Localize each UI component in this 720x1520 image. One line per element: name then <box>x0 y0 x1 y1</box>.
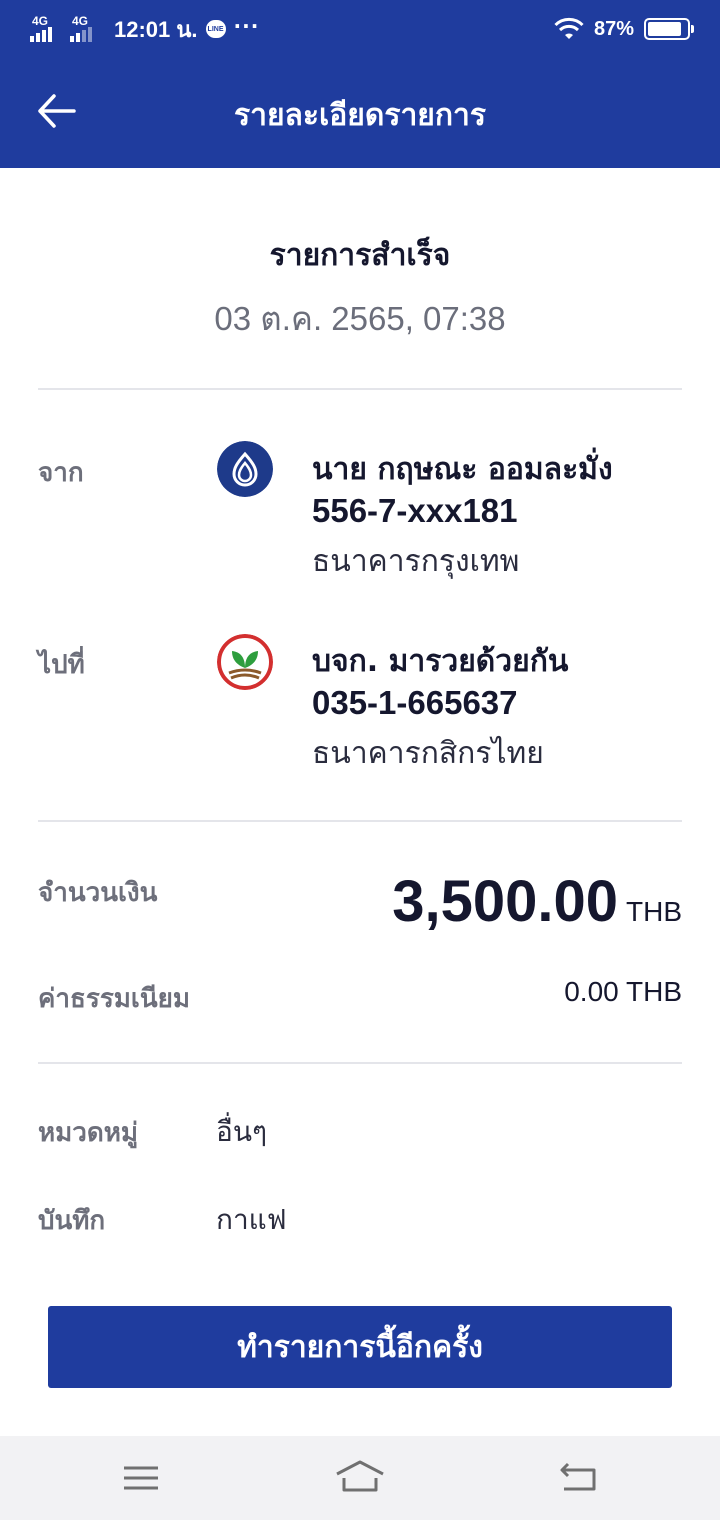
from-label: จาก <box>38 458 84 488</box>
clock: 12:01 น. <box>114 16 198 42</box>
sender-account: 556-7-xxx181 <box>312 492 518 529</box>
battery-percent: 87% <box>593 17 634 40</box>
page-title: รายละเอียดรายการ <box>233 98 487 133</box>
note-value: กาแฟ <box>216 1203 287 1236</box>
network-type-1: 4G <box>32 14 49 28</box>
divider <box>38 820 682 822</box>
status-bar: 4G 4G 12:01 น. LINE ··· 87% <box>0 0 720 58</box>
sender-bank: ธนาคารกรุงเทพ <box>312 544 520 579</box>
recipient-account: 035-1-665637 <box>312 684 518 721</box>
category-value: อื่นๆ <box>216 1115 267 1148</box>
bangkok-bank-logo <box>217 441 273 497</box>
more-notifications-icon: ··· <box>233 14 260 38</box>
line-notification-icon: LINE <box>205 20 226 38</box>
kasikorn-bank-logo <box>217 634 273 690</box>
recipient-name: บจก. มารวยด้วยกัน <box>312 644 569 679</box>
recipient-bank: ธนาคารกสิกรไทย <box>312 736 544 771</box>
transaction-datetime: 03 ต.ค. 2565, 07:38 <box>214 300 506 337</box>
fee-label: ค่าธรรมเนียม <box>38 984 190 1014</box>
battery-icon <box>644 18 694 40</box>
return-icon[interactable] <box>554 1456 604 1500</box>
menu-icon[interactable] <box>116 1456 166 1500</box>
wifi-icon <box>554 17 584 39</box>
repeat-transaction-button[interactable]: ทำรายการนี้อีกครั้ง <box>48 1306 672 1388</box>
amount-label: จำนวนเงิน <box>38 878 158 908</box>
category-label: หมวดหมู่ <box>38 1118 139 1148</box>
divider <box>38 1062 682 1064</box>
fee-value: 0.00 THB <box>564 976 682 1007</box>
signal-sim2-icon: 4G <box>70 14 102 44</box>
note-label: บันทึก <box>38 1206 106 1236</box>
amount-currency: THB <box>626 896 682 927</box>
app-bar: รายละเอียดรายการ <box>0 58 720 168</box>
system-nav-bar <box>0 1436 720 1520</box>
transaction-status: รายการสำเร็จ <box>269 238 451 273</box>
signal-sim1-icon: 4G <box>30 14 62 44</box>
divider <box>38 388 682 390</box>
to-label: ไปที่ <box>38 650 85 680</box>
amount: 3,500.00 THB <box>392 868 682 935</box>
amount-value: 3,500.00 <box>392 869 618 934</box>
home-icon[interactable] <box>335 1456 385 1500</box>
sender-name: นาย กฤษณะ ออมละมั่ง <box>312 452 613 487</box>
network-type-2: 4G <box>72 14 89 28</box>
